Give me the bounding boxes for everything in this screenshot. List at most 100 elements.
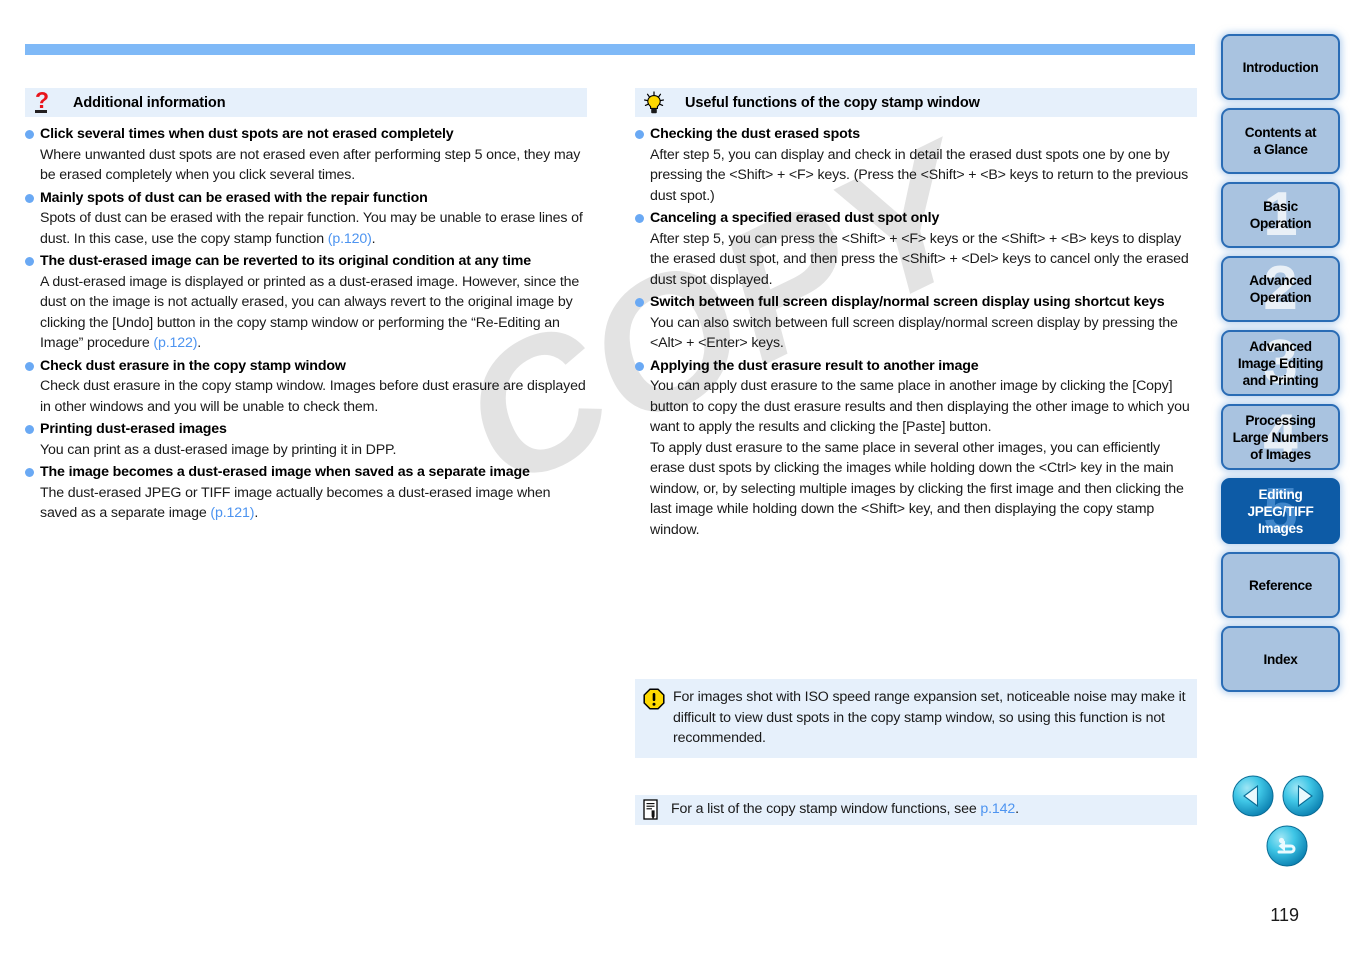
item-body-secondary: To apply dust erasure to the same place … xyxy=(650,439,1184,538)
previous-page-button[interactable] xyxy=(1232,775,1274,817)
item-title: The image becomes a dust-erased image wh… xyxy=(40,464,530,480)
return-button[interactable] xyxy=(1266,825,1308,867)
sidebar-tab-label: Basic Operation xyxy=(1249,199,1312,231)
item-title: Switch between full screen display/norma… xyxy=(650,294,1165,310)
list-item: Switch between full screen display/norma… xyxy=(635,293,1197,354)
sidebar-tab-contents-at-a-glance[interactable]: Contents at a Glance xyxy=(1221,108,1340,174)
item-title: Checking the dust erased spots xyxy=(650,126,860,142)
item-body: Check dust erasure in the copy stamp win… xyxy=(40,378,586,415)
item-title-row: Mainly spots of dust can be erased with … xyxy=(25,189,587,209)
list-item: Printing dust-erased images You can prin… xyxy=(25,420,587,460)
page-number: 119 xyxy=(1270,905,1299,925)
list-item: Click several times when dust spots are … xyxy=(25,125,587,186)
sidebar-tab-label: Advanced Operation xyxy=(1249,273,1312,305)
info-note-box: For a list of the copy stamp window func… xyxy=(635,795,1197,825)
item-title: Printing dust-erased images xyxy=(40,421,227,437)
bullet-dot-icon xyxy=(635,130,644,139)
document-note-icon xyxy=(643,798,661,821)
sidebar-tab-label: Reference xyxy=(1248,577,1313,593)
sidebar-tab-introduction[interactable]: Introduction xyxy=(1221,34,1340,100)
item-title-row: Switch between full screen display/norma… xyxy=(635,293,1197,313)
warning-note-box: For images shot with ISO speed range exp… xyxy=(635,679,1197,758)
sidebar-tab-reference[interactable]: Reference xyxy=(1221,552,1340,618)
item-body: A dust-erased image is displayed or prin… xyxy=(40,272,587,354)
item-title: Click several times when dust spots are … xyxy=(40,126,454,142)
item-body: You can apply dust erasure to the same p… xyxy=(650,378,1190,435)
info-note-text-pre: For a list of the copy stamp window func… xyxy=(671,801,981,818)
item-body-text: The dust-erased JPEG or TIFF image actua… xyxy=(40,484,551,522)
section-title: Additional information xyxy=(73,94,226,111)
bullet-dot-icon xyxy=(25,468,34,477)
info-note-text-post: . xyxy=(1015,801,1019,818)
page-link[interactable]: (p.121) xyxy=(210,505,254,521)
item-title-row: Click several times when dust spots are … xyxy=(25,125,587,145)
sidebar-tab-advanced-operation[interactable]: 2 Advanced Operation xyxy=(1221,256,1340,322)
section-title: Useful functions of the copy stamp windo… xyxy=(685,94,980,111)
page-link[interactable]: p.142 xyxy=(980,801,1015,817)
left-column: ? Additional information Click several t… xyxy=(25,88,587,527)
item-title-row: Printing dust-erased images xyxy=(25,420,587,440)
bullet-dot-icon xyxy=(635,298,644,307)
sidebar-tab-label: Index xyxy=(1263,651,1298,667)
item-body: Spots of dust can be erased with the rep… xyxy=(40,208,587,249)
sidebar-tab-label: Introduction xyxy=(1242,59,1319,75)
item-body: You can print as a dust-erased image by … xyxy=(40,441,397,458)
warning-note-text: For images shot with ISO speed range exp… xyxy=(673,689,1186,746)
item-title-row: Check dust erasure in the copy stamp win… xyxy=(25,357,587,377)
sidebar-tab-label: Contents at a Glance xyxy=(1244,125,1317,157)
sidebar-tab-label: Advanced Image Editing and Printing xyxy=(1237,338,1324,388)
sidebar-tab-label: Processing Large Numbers of Images xyxy=(1232,412,1329,462)
item-title: The dust-erased image can be reverted to… xyxy=(40,253,531,269)
item-title-row: The image becomes a dust-erased image wh… xyxy=(25,463,587,483)
page-navigation-buttons xyxy=(1232,775,1342,867)
page-header-bar xyxy=(25,44,1195,55)
sidebar-tab-editing-jpeg-tiff-images[interactable]: 5 Editing JPEG/TIFF Images xyxy=(1221,478,1340,544)
bullet-dot-icon xyxy=(635,214,644,223)
additional-information-heading: ? Additional information xyxy=(25,88,587,117)
item-body-text: Spots of dust can be erased with the rep… xyxy=(40,210,583,247)
list-item: Checking the dust erased spots After ste… xyxy=(635,125,1197,206)
bullet-dot-icon xyxy=(25,130,34,139)
list-item: The image becomes a dust-erased image wh… xyxy=(25,463,587,524)
list-item: Applying the dust erasure result to anot… xyxy=(635,357,1197,541)
warning-icon xyxy=(643,688,665,710)
sidebar-tab-basic-operation[interactable]: 1 Basic Operation xyxy=(1221,182,1340,248)
list-item: Mainly spots of dust can be erased with … xyxy=(25,189,587,250)
lightbulb-icon xyxy=(643,90,665,115)
sidebar-tab-processing-large-numbers-of-images[interactable]: 4 Processing Large Numbers of Images xyxy=(1221,404,1340,470)
bullet-dot-icon xyxy=(25,361,34,371)
bullet-dot-icon xyxy=(635,361,644,371)
sidebar-tab-index[interactable]: Index xyxy=(1221,626,1340,692)
item-body: Where unwanted dust spots are not erased… xyxy=(40,146,581,184)
useful-functions-heading: Useful functions of the copy stamp windo… xyxy=(635,88,1197,117)
item-title-row: Canceling a specified erased dust spot o… xyxy=(635,209,1197,229)
item-title: Check dust erasure in the copy stamp win… xyxy=(40,357,346,374)
item-title-row: Checking the dust erased spots xyxy=(635,125,1197,145)
item-title: Mainly spots of dust can be erased with … xyxy=(40,189,428,206)
item-title-row: Applying the dust erasure result to anot… xyxy=(635,357,1197,377)
info-note-text: For a list of the copy stamp window func… xyxy=(671,799,1019,820)
chapter-tab-sidebar: Introduction Contents at a Glance 1 Basic… xyxy=(1221,34,1342,700)
page-link[interactable]: (p.122) xyxy=(153,335,197,351)
bullet-dot-icon xyxy=(25,193,34,203)
item-title-row: The dust-erased image can be reverted to… xyxy=(25,252,587,272)
page-link[interactable]: (p.120) xyxy=(328,231,372,247)
item-body-tail: . xyxy=(254,505,259,521)
item-body: You can also switch between full screen … xyxy=(650,314,1178,352)
item-body-tail: . xyxy=(197,335,202,351)
bullet-dot-icon xyxy=(25,425,34,434)
item-body-tail: . xyxy=(371,230,376,247)
next-page-button[interactable] xyxy=(1282,775,1324,817)
item-body: After step 5, you can press the <Shift> … xyxy=(650,230,1189,288)
list-item: Check dust erasure in the copy stamp win… xyxy=(25,357,587,418)
question-mark-icon: ? xyxy=(35,86,50,113)
item-body: The dust-erased JPEG or TIFF image actua… xyxy=(40,483,587,524)
bullet-dot-icon xyxy=(25,257,34,266)
list-item: Canceling a specified erased dust spot o… xyxy=(635,209,1197,290)
item-body: After step 5, you can display and check … xyxy=(650,146,1189,204)
sidebar-tab-advanced-image-editing-and-printing[interactable]: 3 Advanced Image Editing and Printing xyxy=(1221,330,1340,396)
list-item: The dust-erased image can be reverted to… xyxy=(25,252,587,354)
item-body-text: A dust-erased image is displayed or prin… xyxy=(40,273,580,352)
right-column: Useful functions of the copy stamp windo… xyxy=(635,88,1197,543)
item-title: Canceling a specified erased dust spot o… xyxy=(650,210,940,226)
